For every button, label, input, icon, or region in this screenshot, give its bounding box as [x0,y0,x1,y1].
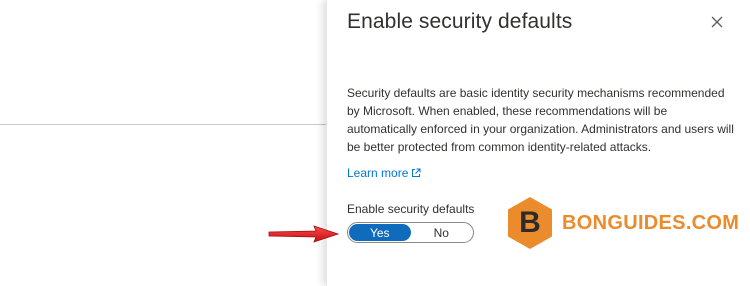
watermark-text: BONGUIDES.COM [562,211,740,234]
panel-description: Security defaults are basic identity sec… [347,86,734,154]
external-link-icon [412,168,421,177]
screenshot: Enable security defaults Security defaul… [0,0,750,286]
red-arrow-icon [268,225,340,243]
bonguides-logo: B [506,196,554,250]
watermark: B BONGUIDES.COM [506,196,739,250]
logo-letter: B [519,206,541,239]
panel-title: Enable security defaults [347,10,573,33]
enable-security-defaults-toggle[interactable]: Yes No [347,222,474,243]
learn-more-label: Learn more [347,166,409,180]
toggle-label: Enable security defaults [347,202,475,216]
background-divider [0,124,326,125]
close-button[interactable] [707,12,727,32]
toggle-option-yes[interactable]: Yes [349,224,411,241]
toggle-option-no[interactable]: No [411,224,473,241]
close-icon [711,16,723,28]
learn-more-link[interactable]: Learn more [347,166,421,180]
